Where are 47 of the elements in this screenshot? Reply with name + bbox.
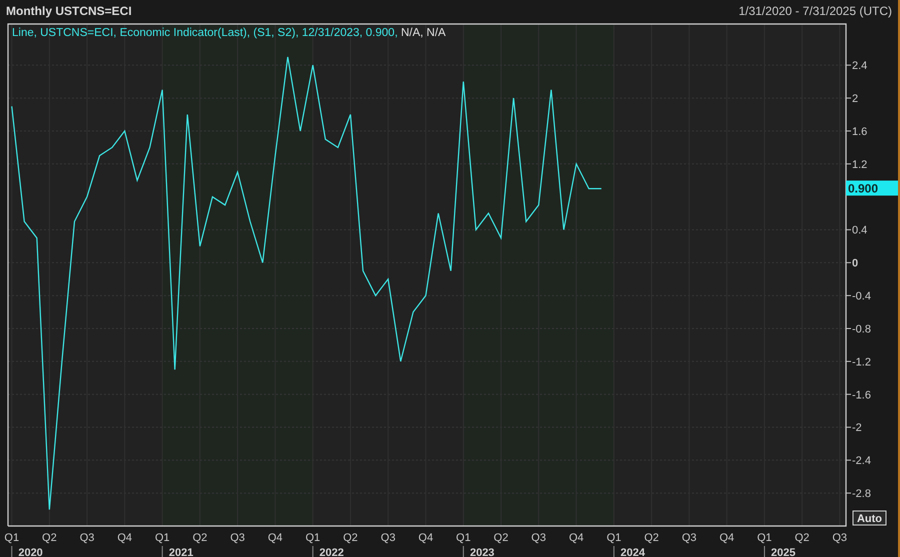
x-axis-label: Q2 [494,532,508,544]
y-axis-label: -2 [852,422,862,434]
x-axis-label: Q2 [42,532,57,544]
x-axis-label: Q3 [80,532,94,544]
x-axis-label: Q3 [682,532,697,544]
x-axis-label: Q3 [531,532,546,544]
y-axis-label: -1.2 [852,356,871,368]
x-axis-label: Q4 [719,532,734,544]
y-axis-label: 1.6 [852,126,868,138]
year-label: 2021 [168,547,194,557]
x-axis-label: Q3 [832,532,848,544]
y-axis-label: -2.4 [852,455,871,468]
x-axis-label: Q1 [306,532,320,544]
x-axis-label: Q4 [117,532,132,544]
last-value-marker: 0.900 [846,180,898,196]
x-axis-label: Q1 [4,532,20,544]
y-axis-label: 0.4 [852,224,868,237]
x-axis-label: Q1 [456,532,471,544]
y-axis-label: 0 [852,258,858,270]
y-axis-label: -0.8 [852,324,871,336]
year-label: 2024 [620,547,645,557]
y-axis-label: -1.6 [852,389,871,402]
year-label: 2022 [319,547,344,557]
date-range: 1/31/2020 - 7/31/2025 (UTC) [738,2,892,20]
x-axis-label: Q1 [757,532,772,544]
x-axis-label: Q3 [380,532,396,544]
year-label: 2023 [470,547,494,557]
x-axis-label: Q1 [606,532,622,544]
chart-title: Monthly USTCNS=ECI [6,2,132,20]
x-axis-label: Q3 [230,532,245,544]
x-axis-label: Q2 [192,532,208,544]
y-axis-label: 2 [852,93,858,106]
y-axis-label: -2.8 [852,488,871,500]
x-axis-label: Q2 [343,532,358,544]
x-axis-label: Q4 [568,532,584,544]
y-axis-label: 1.2 [852,158,868,171]
x-axis-label: Q4 [268,532,283,544]
year-label: 2025 [771,547,796,557]
auto-button[interactable]: Auto [852,510,886,526]
legend-text: Line, USTCNS=ECI, Economic Indicator(Last), (S1, S2), 12/31/2023, 0.900, N/A, N/A [12,27,446,39]
x-axis-label: Q4 [418,532,434,544]
x-axis-label: Q2 [794,532,810,544]
y-axis-label: -0.4 [852,290,871,303]
x-axis-label: Q1 [154,532,170,544]
year-label: 2020 [18,547,43,557]
x-axis-label: Q2 [644,532,659,544]
y-axis-label: 2.4 [852,60,868,72]
